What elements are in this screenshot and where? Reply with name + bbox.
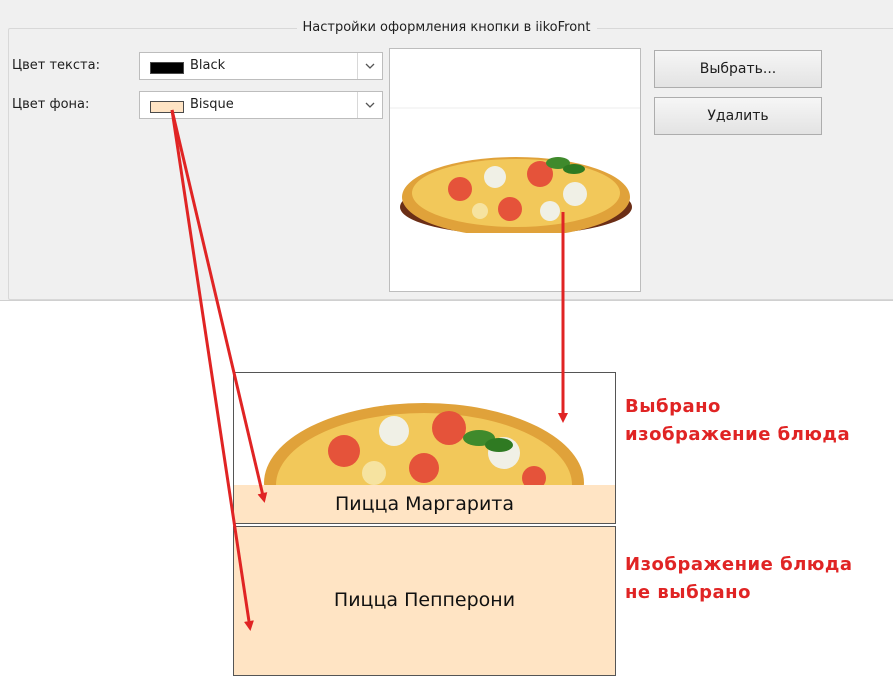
- text-color-value: Black: [190, 58, 226, 73]
- chevron-down-icon[interactable]: [357, 92, 382, 118]
- dish-button-without-image[interactable]: Пицца Пепперони: [233, 526, 616, 676]
- annotation-line: Выбрано: [625, 396, 721, 417]
- dish-button-caption: Пицца Пепперони: [333, 589, 516, 611]
- bg-color-swatch: [150, 101, 184, 113]
- button-style-settings-panel: Настройки оформления кнопки в iikoFront …: [0, 0, 893, 301]
- bg-color-combobox[interactable]: Bisque: [139, 91, 383, 119]
- dish-button-with-image[interactable]: Пицца Маргарита: [233, 372, 616, 524]
- delete-image-button[interactable]: Удалить: [654, 97, 822, 135]
- image-preview-box: [389, 48, 641, 292]
- annotation-image-not-selected: Изображение блюда не выбрано: [625, 551, 853, 607]
- bg-color-label: Цвет фона:: [12, 97, 90, 112]
- annotation-line: Изображение блюда: [625, 554, 853, 575]
- bg-color-value: Bisque: [190, 97, 234, 112]
- annotation-line: изображение блюда: [625, 424, 851, 445]
- text-color-combobox[interactable]: Black: [139, 52, 383, 80]
- pizza-image: [390, 107, 640, 291]
- choose-image-button[interactable]: Выбрать...: [654, 50, 822, 88]
- annotation-image-selected: Выбрано изображение блюда: [625, 393, 850, 449]
- text-color-swatch: [150, 62, 184, 74]
- text-color-label: Цвет текста:: [12, 58, 100, 73]
- chevron-down-icon[interactable]: [357, 53, 382, 79]
- group-title: Настройки оформления кнопки в iikoFront: [0, 20, 893, 35]
- dish-button-caption: Пицца Маргарита: [234, 485, 615, 523]
- annotation-line: не выбрано: [625, 582, 751, 603]
- pizza-image: [264, 403, 584, 523]
